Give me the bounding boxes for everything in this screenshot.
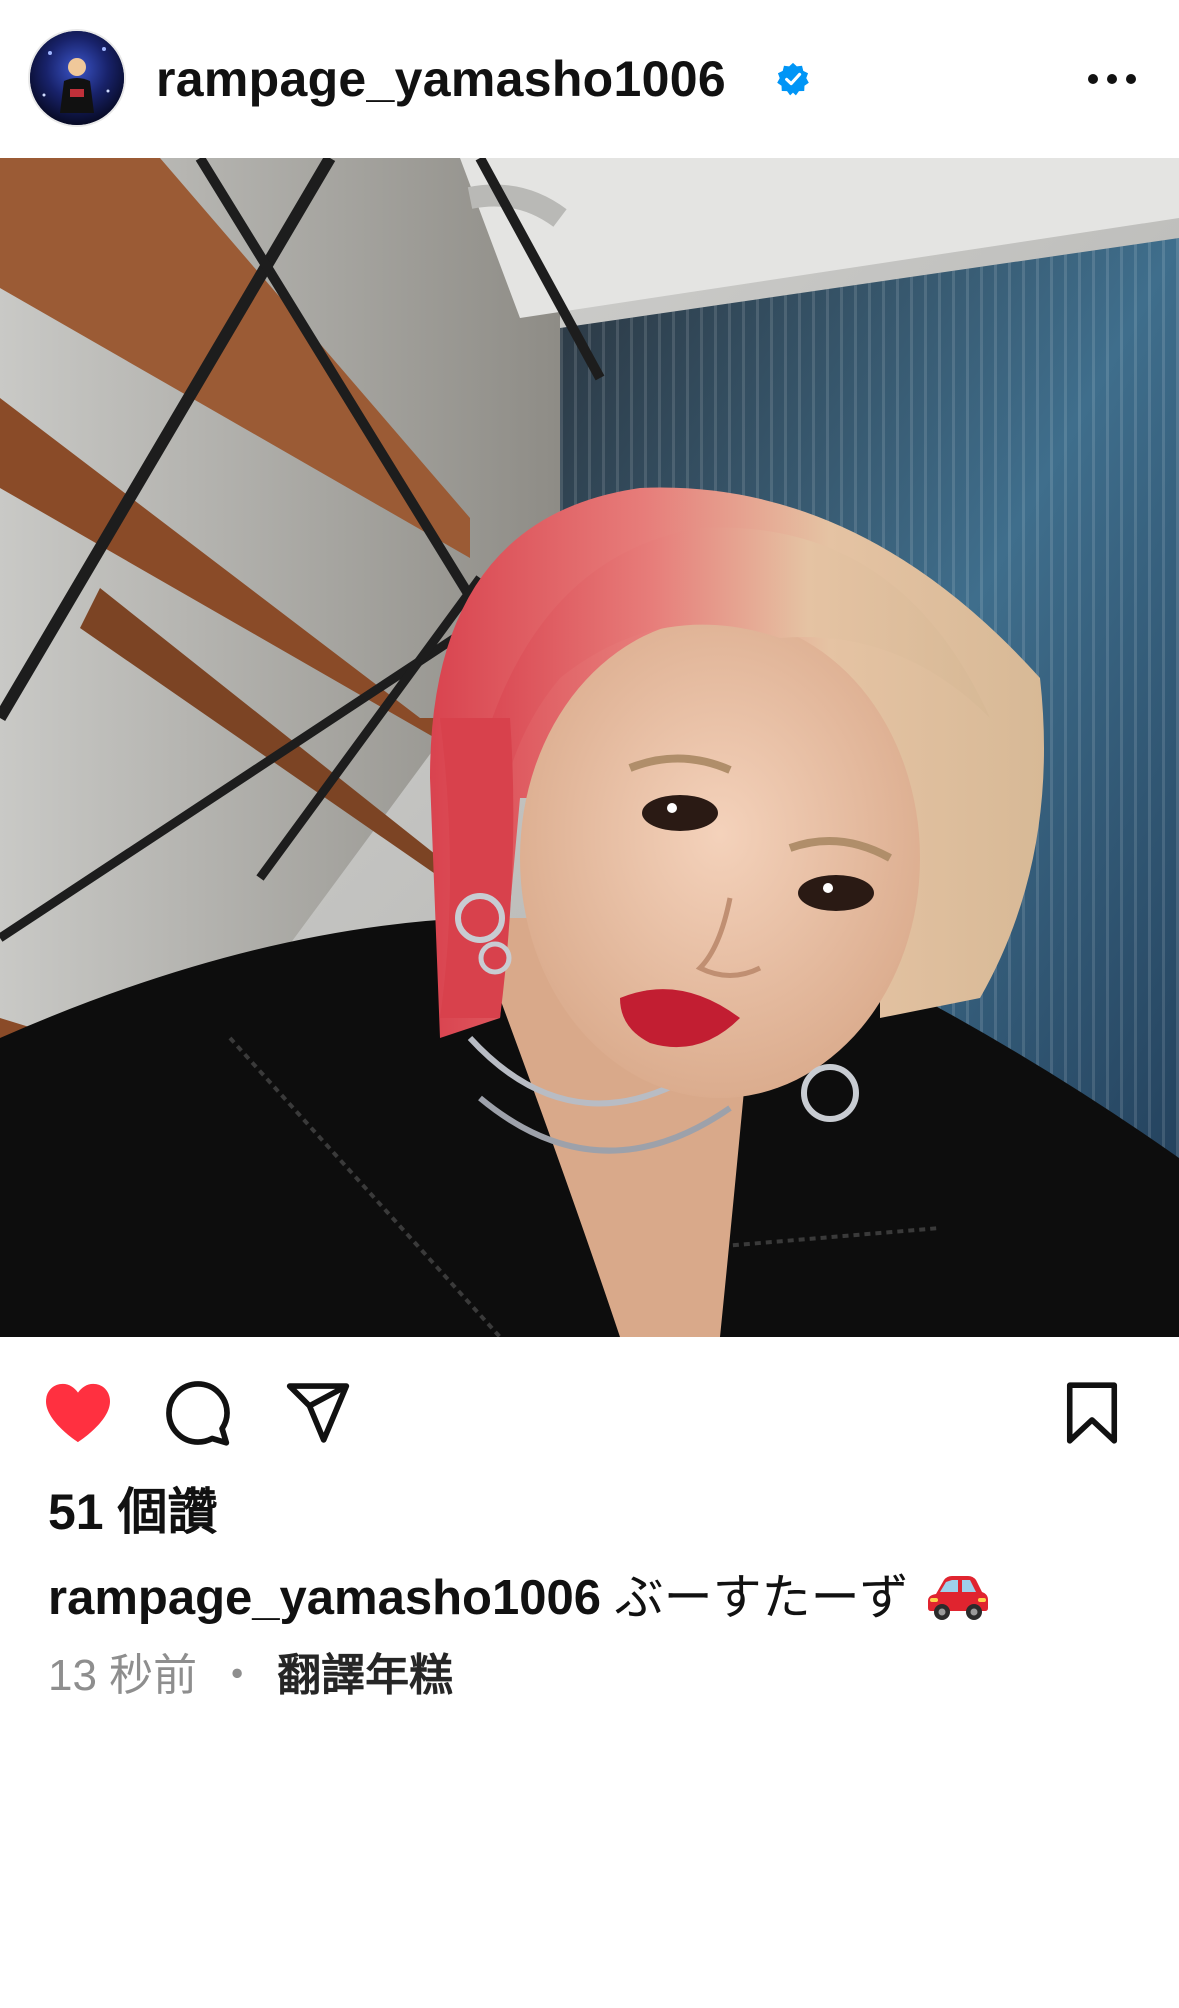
verified-badge-icon xyxy=(776,62,810,96)
caption-text: ぶーすたーず xyxy=(614,1571,909,1625)
share-paper-plane-icon[interactable] xyxy=(278,1373,358,1453)
post-timestamp: 13 秒前 xyxy=(48,1651,198,1700)
post-username[interactable]: rampage_yamasho1006 xyxy=(156,50,726,108)
meta-separator: ・ xyxy=(215,1651,260,1700)
bookmark-icon[interactable] xyxy=(1052,1373,1132,1453)
comment-icon[interactable] xyxy=(158,1373,238,1453)
post-header: rampage_yamasho1006 xyxy=(0,0,1179,158)
red-car-icon xyxy=(926,1572,990,1638)
post-caption: rampage_yamasho1006 ぶーすたーず xyxy=(48,1566,990,1638)
heart-filled-icon[interactable] xyxy=(38,1373,118,1453)
more-options-icon[interactable] xyxy=(1082,58,1142,100)
post-meta: 13 秒前・翻譯年糕 xyxy=(48,1648,453,1704)
like-count[interactable]: 51 個讚 xyxy=(48,1482,218,1542)
translate-link[interactable]: 翻譯年糕 xyxy=(277,1651,453,1700)
profile-avatar[interactable] xyxy=(30,31,124,125)
post-action-bar xyxy=(0,1337,1179,1487)
caption-username[interactable]: rampage_yamasho1006 xyxy=(48,1571,601,1625)
post-photo[interactable] xyxy=(0,158,1179,1337)
